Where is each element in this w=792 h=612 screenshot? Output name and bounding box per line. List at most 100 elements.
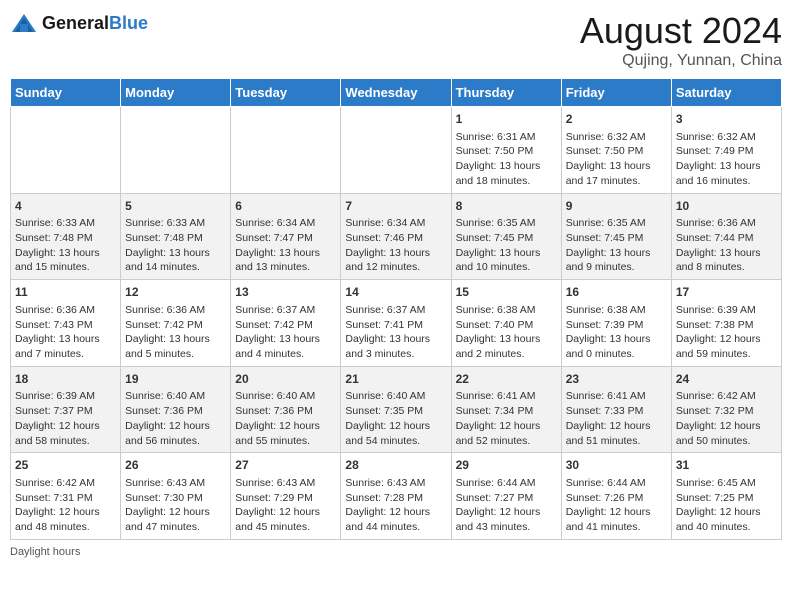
day-number: 28 bbox=[345, 457, 446, 474]
day-header-saturday: Saturday bbox=[671, 79, 781, 107]
day-number: 31 bbox=[676, 457, 777, 474]
logo-blue: Blue bbox=[109, 14, 148, 34]
day-number: 11 bbox=[15, 284, 116, 301]
calendar-cell: 25 Sunrise: 6:42 AM Sunset: 7:31 PM Dayli… bbox=[11, 453, 121, 540]
calendar-cell: 30 Sunrise: 6:44 AM Sunset: 7:26 PM Dayli… bbox=[561, 453, 671, 540]
day-header-tuesday: Tuesday bbox=[231, 79, 341, 107]
calendar-cell: 10Sunrise: 6:36 AM Sunset: 7:44 PM Dayli… bbox=[671, 193, 781, 280]
calendar-cell: 27 Sunrise: 6:43 AM Sunset: 7:29 PM Dayli… bbox=[231, 453, 341, 540]
day-number: 22 bbox=[456, 371, 557, 388]
calendar-cell: 17 Sunrise: 6:39 AM Sunset: 7:38 PM Dayli… bbox=[671, 280, 781, 367]
day-header-wednesday: Wednesday bbox=[341, 79, 451, 107]
calendar-cell: 1 Sunrise: 6:31 AM Sunset: 7:50 PM Daylig… bbox=[451, 107, 561, 194]
calendar-cell: 8Sunrise: 6:35 AM Sunset: 7:45 PM Daylig… bbox=[451, 193, 561, 280]
calendar-cell bbox=[231, 107, 341, 194]
cell-info: Sunrise: 6:39 AM Sunset: 7:38 PM Dayligh… bbox=[676, 303, 777, 362]
days-header-row: SundayMondayTuesdayWednesdayThursdayFrid… bbox=[11, 79, 782, 107]
calendar-cell: 26Sunrise: 6:43 AM Sunset: 7:30 PM Dayli… bbox=[121, 453, 231, 540]
day-number: 13 bbox=[235, 284, 336, 301]
cell-info: Sunrise: 6:36 AM Sunset: 7:43 PM Dayligh… bbox=[15, 303, 116, 362]
day-number: 20 bbox=[235, 371, 336, 388]
calendar-cell: 28 Sunrise: 6:43 AM Sunset: 7:28 PM Dayli… bbox=[341, 453, 451, 540]
day-number: 5 bbox=[125, 198, 226, 215]
day-number: 8 bbox=[456, 198, 557, 215]
calendar-cell: 18Sunrise: 6:39 AM Sunset: 7:37 PM Dayli… bbox=[11, 366, 121, 453]
day-number: 19 bbox=[125, 371, 226, 388]
day-number: 16 bbox=[566, 284, 667, 301]
day-header-sunday: Sunday bbox=[11, 79, 121, 107]
calendar-cell: 3Sunrise: 6:32 AM Sunset: 7:49 PM Daylig… bbox=[671, 107, 781, 194]
cell-info: Sunrise: 6:37 AM Sunset: 7:41 PM Dayligh… bbox=[345, 303, 446, 362]
day-number: 24 bbox=[676, 371, 777, 388]
day-header-monday: Monday bbox=[121, 79, 231, 107]
day-number: 27 bbox=[235, 457, 336, 474]
calendar-cell bbox=[11, 107, 121, 194]
header: General Blue August 2024 Qujing, Yunnan,… bbox=[10, 10, 782, 70]
cell-info: Sunrise: 6:42 AM Sunset: 7:32 PM Dayligh… bbox=[676, 389, 777, 448]
cell-info: Sunrise: 6:34 AM Sunset: 7:47 PM Dayligh… bbox=[235, 216, 336, 275]
calendar-cell: 6Sunrise: 6:34 AM Sunset: 7:47 PM Daylig… bbox=[231, 193, 341, 280]
calendar-cell: 14 Sunrise: 6:37 AM Sunset: 7:41 PM Dayli… bbox=[341, 280, 451, 367]
calendar-cell bbox=[341, 107, 451, 194]
cell-info: Sunrise: 6:34 AM Sunset: 7:46 PM Dayligh… bbox=[345, 216, 446, 275]
cell-info: Sunrise: 6:32 AM Sunset: 7:50 PM Dayligh… bbox=[566, 130, 667, 189]
day-number: 30 bbox=[566, 457, 667, 474]
cell-info: Sunrise: 6:44 AM Sunset: 7:26 PM Dayligh… bbox=[566, 476, 667, 535]
week-row-1: 1 Sunrise: 6:31 AM Sunset: 7:50 PM Daylig… bbox=[11, 107, 782, 194]
cell-info: Sunrise: 6:31 AM Sunset: 7:50 PM Dayligh… bbox=[456, 130, 557, 189]
calendar-cell: 12Sunrise: 6:36 AM Sunset: 7:42 PM Dayli… bbox=[121, 280, 231, 367]
logo: General Blue bbox=[10, 10, 148, 38]
day-number: 2 bbox=[566, 111, 667, 128]
calendar-cell: 23Sunrise: 6:41 AM Sunset: 7:33 PM Dayli… bbox=[561, 366, 671, 453]
cell-info: Sunrise: 6:40 AM Sunset: 7:36 PM Dayligh… bbox=[125, 389, 226, 448]
day-number: 6 bbox=[235, 198, 336, 215]
cell-info: Sunrise: 6:36 AM Sunset: 7:42 PM Dayligh… bbox=[125, 303, 226, 362]
day-header-friday: Friday bbox=[561, 79, 671, 107]
cell-info: Sunrise: 6:37 AM Sunset: 7:42 PM Dayligh… bbox=[235, 303, 336, 362]
calendar-cell bbox=[121, 107, 231, 194]
day-number: 21 bbox=[345, 371, 446, 388]
location-title: Qujing, Yunnan, China bbox=[580, 52, 782, 70]
day-number: 14 bbox=[345, 284, 446, 301]
day-header-thursday: Thursday bbox=[451, 79, 561, 107]
cell-info: Sunrise: 6:32 AM Sunset: 7:49 PM Dayligh… bbox=[676, 130, 777, 189]
calendar-cell: 5Sunrise: 6:33 AM Sunset: 7:48 PM Daylig… bbox=[121, 193, 231, 280]
week-row-4: 18Sunrise: 6:39 AM Sunset: 7:37 PM Dayli… bbox=[11, 366, 782, 453]
calendar-cell: 9Sunrise: 6:35 AM Sunset: 7:45 PM Daylig… bbox=[561, 193, 671, 280]
calendar-cell: 11 Sunrise: 6:36 AM Sunset: 7:43 PM Dayli… bbox=[11, 280, 121, 367]
week-row-2: 4Sunrise: 6:33 AM Sunset: 7:48 PM Daylig… bbox=[11, 193, 782, 280]
cell-info: Sunrise: 6:39 AM Sunset: 7:37 PM Dayligh… bbox=[15, 389, 116, 448]
cell-info: Sunrise: 6:45 AM Sunset: 7:25 PM Dayligh… bbox=[676, 476, 777, 535]
cell-info: Sunrise: 6:40 AM Sunset: 7:36 PM Dayligh… bbox=[235, 389, 336, 448]
cell-info: Sunrise: 6:44 AM Sunset: 7:27 PM Dayligh… bbox=[456, 476, 557, 535]
day-number: 17 bbox=[676, 284, 777, 301]
calendar-cell: 20Sunrise: 6:40 AM Sunset: 7:36 PM Dayli… bbox=[231, 366, 341, 453]
calendar-cell: 21Sunrise: 6:40 AM Sunset: 7:35 PM Dayli… bbox=[341, 366, 451, 453]
logo-text: General Blue bbox=[42, 14, 148, 34]
day-number: 4 bbox=[15, 198, 116, 215]
daylight-label: Daylight hours bbox=[10, 546, 80, 558]
calendar-cell: 22Sunrise: 6:41 AM Sunset: 7:34 PM Dayli… bbox=[451, 366, 561, 453]
calendar-cell: 15Sunrise: 6:38 AM Sunset: 7:40 PM Dayli… bbox=[451, 280, 561, 367]
calendar-cell: 2 Sunrise: 6:32 AM Sunset: 7:50 PM Daylig… bbox=[561, 107, 671, 194]
month-title: August 2024 bbox=[580, 10, 782, 52]
cell-info: Sunrise: 6:41 AM Sunset: 7:33 PM Dayligh… bbox=[566, 389, 667, 448]
cell-info: Sunrise: 6:43 AM Sunset: 7:28 PM Dayligh… bbox=[345, 476, 446, 535]
cell-info: Sunrise: 6:35 AM Sunset: 7:45 PM Dayligh… bbox=[456, 216, 557, 275]
cell-info: Sunrise: 6:38 AM Sunset: 7:40 PM Dayligh… bbox=[456, 303, 557, 362]
calendar-cell: 16Sunrise: 6:38 AM Sunset: 7:39 PM Dayli… bbox=[561, 280, 671, 367]
cell-info: Sunrise: 6:43 AM Sunset: 7:29 PM Dayligh… bbox=[235, 476, 336, 535]
day-number: 25 bbox=[15, 457, 116, 474]
cell-info: Sunrise: 6:42 AM Sunset: 7:31 PM Dayligh… bbox=[15, 476, 116, 535]
cell-info: Sunrise: 6:33 AM Sunset: 7:48 PM Dayligh… bbox=[125, 216, 226, 275]
cell-info: Sunrise: 6:40 AM Sunset: 7:35 PM Dayligh… bbox=[345, 389, 446, 448]
calendar-cell: 31 Sunrise: 6:45 AM Sunset: 7:25 PM Dayli… bbox=[671, 453, 781, 540]
cell-info: Sunrise: 6:33 AM Sunset: 7:48 PM Dayligh… bbox=[15, 216, 116, 275]
week-row-3: 11 Sunrise: 6:36 AM Sunset: 7:43 PM Dayli… bbox=[11, 280, 782, 367]
footer: Daylight hours bbox=[10, 546, 782, 558]
title-area: August 2024 Qujing, Yunnan, China bbox=[580, 10, 782, 70]
calendar-cell: 4Sunrise: 6:33 AM Sunset: 7:48 PM Daylig… bbox=[11, 193, 121, 280]
calendar-cell: 24Sunrise: 6:42 AM Sunset: 7:32 PM Dayli… bbox=[671, 366, 781, 453]
day-number: 1 bbox=[456, 111, 557, 128]
logo-general: General bbox=[42, 14, 109, 34]
